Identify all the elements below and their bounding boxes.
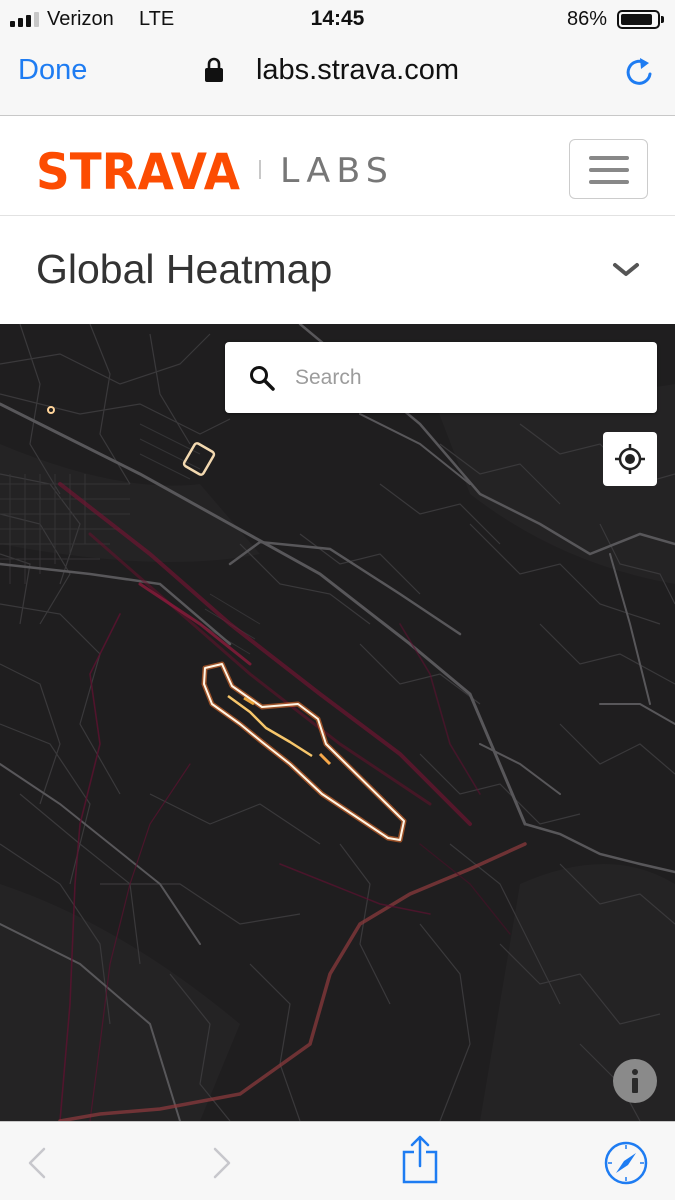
url-text: labs.strava.com [255, 54, 460, 86]
brand-name: STRAVA [36, 146, 240, 192]
search-icon [250, 366, 275, 391]
product-name: LABS [280, 151, 394, 191]
info-icon [632, 1069, 638, 1093]
status-bar: Verizon LTE 14:45 86% [0, 0, 675, 38]
info-button[interactable] [613, 1059, 657, 1103]
chevron-down-icon[interactable] [612, 260, 640, 280]
heatmap-map[interactable] [0, 324, 675, 1121]
locate-button[interactable] [603, 432, 657, 486]
map-canvas[interactable] [0, 324, 675, 1121]
battery-percentage: 86% [567, 8, 608, 30]
search-input[interactable] [295, 356, 635, 400]
reload-icon[interactable] [621, 55, 657, 91]
back-icon[interactable] [26, 1146, 48, 1180]
compass-icon[interactable] [603, 1140, 649, 1186]
battery-icon [617, 10, 664, 29]
url-display[interactable]: labs.strava.com [0, 54, 675, 87]
locate-icon [615, 444, 645, 474]
browser-toolbar [0, 1121, 675, 1200]
hot-track [47, 406, 407, 843]
page-title: Global Heatmap [36, 246, 333, 292]
hamburger-icon [589, 156, 629, 160]
map-search-box[interactable] [225, 342, 657, 413]
strava-labs-logo[interactable]: STRAVA LABS [36, 146, 401, 192]
browser-nav-bar: Done labs.strava.com [0, 38, 675, 116]
site-header: STRAVA LABS [0, 116, 675, 216]
forward-icon[interactable] [211, 1146, 233, 1180]
page-title-row[interactable]: Global Heatmap [0, 216, 675, 324]
share-icon[interactable] [401, 1134, 439, 1184]
menu-button[interactable] [569, 139, 648, 199]
